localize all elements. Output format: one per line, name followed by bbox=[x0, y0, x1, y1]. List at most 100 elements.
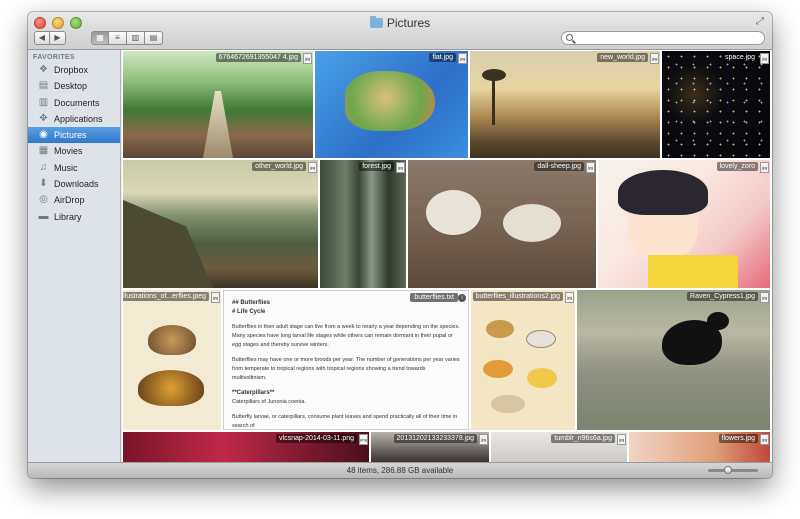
back-button[interactable]: ◀ bbox=[34, 31, 50, 45]
file-name: new_world.jpg bbox=[597, 53, 648, 62]
file-type-badge: jpg bbox=[458, 53, 467, 64]
list-view-button[interactable]: ≡ bbox=[109, 31, 127, 45]
file-name: flowers.jpg bbox=[718, 434, 758, 443]
sidebar-item-label: Documents bbox=[54, 97, 100, 108]
sidebar-item-label: AirDrop bbox=[54, 195, 85, 206]
sidebar: FAVORITES ❖ Dropbox ▤ Desktop ▥ Documents ✥… bbox=[28, 50, 121, 462]
file-type-badge: jpg bbox=[760, 162, 769, 173]
column-view-button[interactable]: ▥ bbox=[127, 31, 145, 45]
sidebar-item-applications[interactable]: ✥ Applications bbox=[28, 111, 120, 127]
file-name: tumblr_n96s6a.jpg bbox=[551, 434, 615, 443]
file-type-badge: jpg bbox=[303, 53, 312, 64]
forward-button[interactable]: ▶ bbox=[50, 31, 66, 45]
doc-heading-3: **Caterpillars** bbox=[232, 390, 275, 396]
sidebar-item-label: Desktop bbox=[54, 81, 88, 92]
sidebar-item-library[interactable]: ▬ Library bbox=[28, 209, 120, 225]
file-type-badge: jpg bbox=[586, 162, 595, 173]
file-thumbnail[interactable]: forest.jpg jpg bbox=[320, 160, 406, 288]
applications-icon: ✥ bbox=[39, 112, 48, 124]
music-icon: ♫ bbox=[39, 161, 48, 173]
sidebar-item-documents[interactable]: ▥ Documents bbox=[28, 95, 120, 111]
file-thumbnail[interactable]: dall-sheep.jpg jpg bbox=[408, 160, 596, 288]
file-thumbnail[interactable]: 6764672691355047 4.jpg jpg bbox=[123, 51, 313, 158]
icon-size-slider[interactable] bbox=[708, 466, 758, 474]
sidebar-item-label: Library bbox=[54, 211, 82, 222]
file-name: illustrations_of...erflies.jpeg bbox=[123, 292, 209, 301]
sidebar-item-desktop[interactable]: ▤ Desktop bbox=[28, 78, 120, 94]
file-name: other_world.jpg bbox=[252, 162, 306, 171]
movies-icon: ▦ bbox=[38, 145, 49, 157]
sidebar-item-movies[interactable]: ▦ Movies bbox=[28, 143, 120, 159]
file-thumbnail[interactable]: vlcsnap-2014-03-11.png png bbox=[123, 432, 369, 462]
pictures-icon: ◉ bbox=[39, 129, 48, 141]
doc-heading-2: # Life Cycle bbox=[232, 309, 266, 315]
doc-paragraph: Butterflies may have one or more broods … bbox=[232, 357, 460, 381]
airdrop-icon: ◎ bbox=[39, 194, 48, 206]
file-thumbnail[interactable]: tumblr_n96s6a.jpg jpg bbox=[491, 432, 627, 462]
status-bar: 48 items, 286.88 GB available bbox=[28, 462, 772, 478]
finder-window: Pictures ⤢ ◀ ▶ ▦ ≡ ▥ ▤ FAVORITES ❖ Dropbo… bbox=[28, 12, 772, 478]
view-mode-buttons: ▦ ≡ ▥ ▤ bbox=[91, 31, 163, 45]
file-type-badge: png bbox=[359, 434, 368, 445]
file-thumbnail[interactable]: new_world.jpg jpg bbox=[470, 51, 660, 158]
file-name: butterflies.txt bbox=[410, 293, 458, 302]
status-text: 48 items, 286.88 GB available bbox=[346, 466, 454, 475]
file-thumbnail[interactable]: butterflies_illustrations2.jpg jpg bbox=[471, 290, 575, 430]
sidebar-item-label: Music bbox=[54, 162, 78, 173]
file-name: butterflies_illustrations2.jpg bbox=[472, 292, 563, 301]
window-title: Pictures bbox=[28, 16, 772, 30]
file-type-badge: jpg bbox=[760, 292, 769, 303]
sidebar-item-downloads[interactable]: ⬇ Downloads bbox=[28, 176, 120, 192]
window-title-text: Pictures bbox=[386, 16, 431, 30]
sidebar-item-pictures[interactable]: ◉ Pictures bbox=[28, 127, 120, 144]
file-name: lovely_zoro bbox=[716, 162, 758, 171]
info-icon: i bbox=[458, 294, 466, 302]
file-name: 6764672691355047 4.jpg bbox=[215, 53, 301, 62]
folder-icon bbox=[369, 16, 383, 28]
dropbox-icon: ❖ bbox=[39, 64, 48, 75]
slider-knob[interactable] bbox=[724, 466, 732, 474]
sidebar-item-label: Pictures bbox=[54, 130, 87, 141]
file-thumbnail[interactable]: other_world.jpg jpg bbox=[123, 160, 318, 288]
file-name: 20131202133233378.jpg bbox=[393, 434, 477, 443]
library-icon: ▬ bbox=[38, 210, 49, 222]
search-input[interactable] bbox=[561, 31, 765, 45]
file-thumbnail[interactable]: illustrations_of...erflies.jpeg jpg bbox=[123, 290, 221, 430]
file-thumbnail[interactable]: 20131202133233378.jpg jpg bbox=[371, 432, 489, 462]
sidebar-item-dropbox[interactable]: ❖ Dropbox bbox=[28, 62, 120, 78]
doc-paragraph: Butterflies in their adult stage can liv… bbox=[232, 324, 460, 348]
file-thumbnail[interactable]: space.jpg jpg bbox=[662, 51, 770, 158]
file-type-badge: jpg bbox=[308, 162, 317, 173]
sidebar-item-airdrop[interactable]: ◎ AirDrop bbox=[28, 192, 120, 208]
file-name: dall-sheep.jpg bbox=[534, 162, 584, 171]
file-type-badge: jpg bbox=[650, 53, 659, 64]
file-name: forest.jpg bbox=[359, 162, 394, 171]
documents-icon: ▥ bbox=[38, 96, 49, 108]
file-thumbnail[interactable]: flat.jpg jpg bbox=[315, 51, 468, 158]
doc-paragraph: Butterfly larvae, or caterpillars, consu… bbox=[232, 414, 458, 429]
file-type-badge: jpg bbox=[565, 292, 574, 303]
file-type-badge: jpg bbox=[760, 53, 769, 64]
sidebar-item-label: Applications bbox=[54, 113, 103, 124]
file-type-badge: jpg bbox=[396, 162, 405, 173]
toolbar: Pictures ⤢ ◀ ▶ ▦ ≡ ▥ ▤ bbox=[28, 12, 772, 50]
file-thumbnail[interactable]: flowers.jpg jpg bbox=[629, 432, 770, 462]
text-preview[interactable]: butterflies.txt i ## Butterflies # Life … bbox=[223, 290, 469, 430]
file-name: space.jpg bbox=[722, 53, 758, 62]
file-type-badge: jpg bbox=[760, 434, 769, 445]
sidebar-item-label: Dropbox bbox=[54, 65, 89, 75]
icon-view-button[interactable]: ▦ bbox=[91, 31, 109, 45]
fullscreen-icon[interactable]: ⤢ bbox=[756, 17, 766, 27]
file-type-badge: jpg bbox=[479, 434, 488, 445]
sidebar-item-music[interactable]: ♫ Music bbox=[28, 160, 120, 176]
file-name: Raven_Cypress1.jpg bbox=[687, 292, 758, 301]
downloads-icon: ⬇ bbox=[39, 178, 48, 190]
file-thumbnail[interactable]: lovely_zoro jpg bbox=[598, 160, 770, 288]
file-name: flat.jpg bbox=[429, 53, 456, 62]
file-name: vlcsnap-2014-03-11.png bbox=[276, 434, 357, 443]
sidebar-item-label: Movies bbox=[54, 146, 83, 157]
coverflow-view-button[interactable]: ▤ bbox=[145, 31, 163, 45]
file-type-badge: jpg bbox=[617, 434, 626, 445]
file-thumbnail[interactable]: Raven_Cypress1.jpg jpg bbox=[577, 290, 770, 430]
navigation-buttons: ◀ ▶ bbox=[34, 31, 66, 45]
